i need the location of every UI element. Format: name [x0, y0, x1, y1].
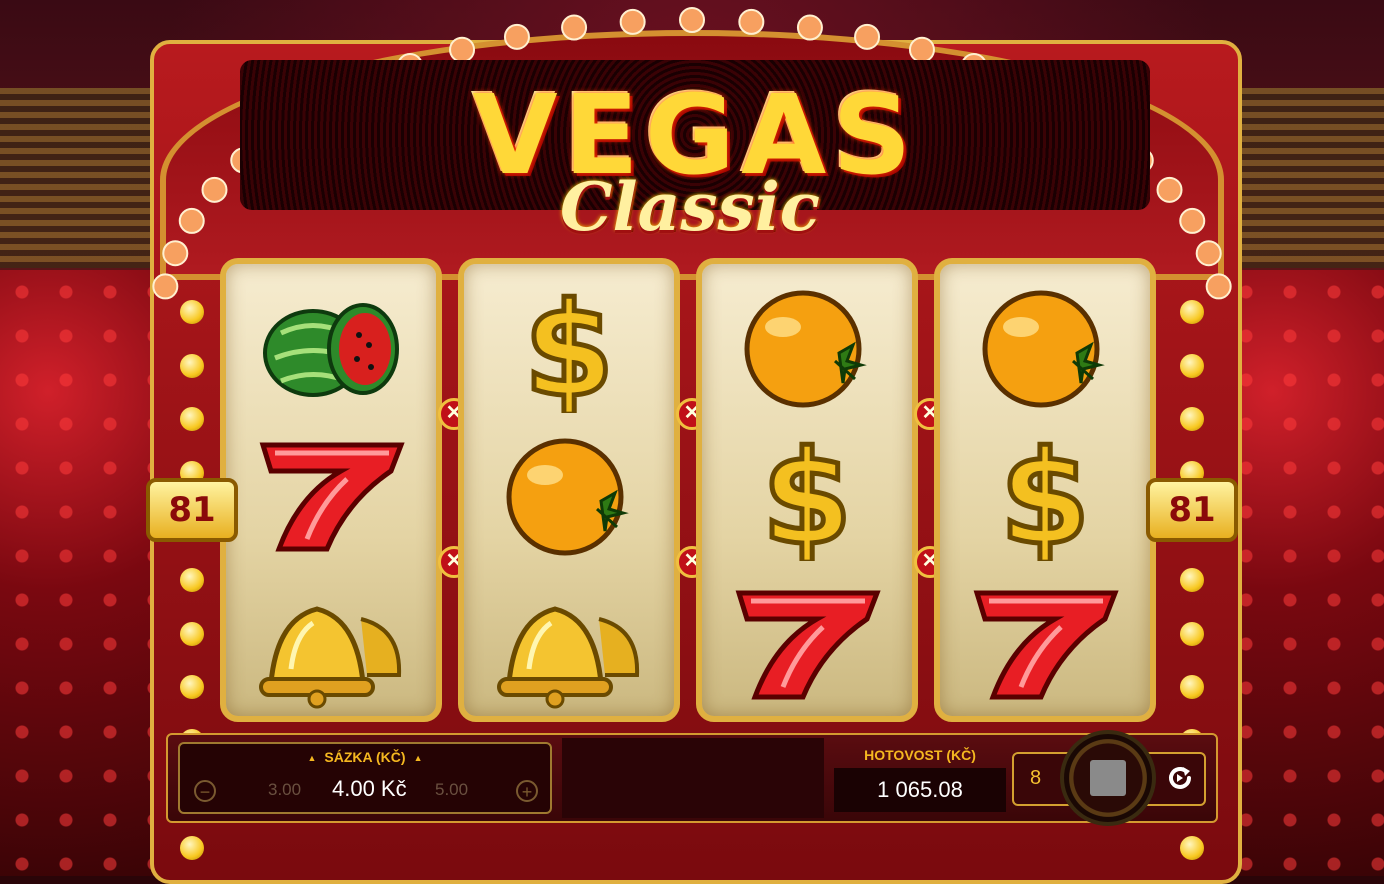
- reel-1: [220, 258, 442, 722]
- seven-icon: [702, 574, 912, 714]
- marquee-bulb: [1205, 273, 1232, 300]
- left-curtain: [0, 270, 160, 876]
- marquee-bulb: [449, 36, 476, 63]
- dollar-icon: $: [464, 278, 674, 418]
- spin-button[interactable]: [1060, 730, 1156, 826]
- reload-icon: [1169, 767, 1191, 789]
- marquee-bulb: [908, 36, 935, 63]
- cash-display: HOTOVOST (KČ) 1 065.08: [834, 742, 1006, 814]
- stop-square-icon: [1090, 760, 1126, 796]
- reel-3: $: [696, 258, 918, 722]
- dollar-icon: $: [702, 426, 912, 566]
- dollar-icon: $: [940, 426, 1150, 566]
- plus-circle-icon[interactable]: +: [516, 780, 538, 802]
- svg-text:$: $: [1000, 431, 1090, 561]
- marquee-bulb: [619, 8, 646, 35]
- bet-current-value: 4.00 Kč: [332, 776, 407, 801]
- bell-icon: [226, 574, 436, 714]
- marquee-bulb: [796, 14, 823, 41]
- arrow-up-icon: ▲: [413, 753, 423, 764]
- svg-text:$: $: [762, 431, 852, 561]
- autoplay-count[interactable]: 8: [1030, 767, 1041, 790]
- marquee-bulb: [679, 7, 705, 33]
- message-area: [562, 738, 824, 818]
- orange-icon: [464, 426, 674, 566]
- bell-icon: [464, 574, 674, 714]
- marquee-bulb: [178, 207, 205, 234]
- reel-4: $: [934, 258, 1156, 722]
- cash-value: 1 065.08: [834, 768, 1006, 812]
- svg-text:$: $: [524, 283, 614, 413]
- marquee-bulb: [503, 23, 530, 50]
- right-curtain: [1224, 270, 1384, 876]
- marquee-bulb: [162, 240, 189, 267]
- arrow-up-icon: ▲: [307, 753, 317, 764]
- orange-icon: [940, 278, 1150, 418]
- marquee-bulb: [854, 23, 881, 50]
- marquee-bulb: [738, 8, 765, 35]
- bet-label: ▲ SÁZKA (KČ) ▲: [307, 749, 423, 765]
- reel-2: $: [458, 258, 680, 722]
- bet-next-value[interactable]: 5.00: [435, 780, 468, 800]
- reels-area: ✕ ✕ $ ✕ ✕ $ ✕ ✕ $: [220, 258, 1166, 728]
- marquee-bulb: [1195, 240, 1222, 267]
- marquee-bulb: [1156, 176, 1183, 203]
- bet-prev-value[interactable]: 3.00: [268, 780, 301, 800]
- bet-selector: ▲ SÁZKA (KČ) ▲ − 3.00 4.00 Kč 5.00 +: [178, 742, 552, 814]
- seven-icon: [940, 574, 1150, 714]
- watermelon-icon: [226, 278, 436, 418]
- cash-label: HOTOVOST (KČ): [864, 747, 976, 763]
- minus-circle-icon[interactable]: −: [194, 780, 216, 802]
- paylines-badge-left: 81: [146, 478, 238, 542]
- seven-icon: [226, 426, 436, 566]
- reload-button[interactable]: [1160, 758, 1200, 798]
- game-subtitle: Classic: [560, 168, 820, 246]
- paylines-badge-right: 81: [1146, 478, 1238, 542]
- orange-icon: [702, 278, 912, 418]
- marquee-bulb: [152, 273, 179, 300]
- marquee-bulb: [201, 176, 228, 203]
- marquee-bulb: [561, 14, 588, 41]
- marquee-bulb: [1179, 207, 1206, 234]
